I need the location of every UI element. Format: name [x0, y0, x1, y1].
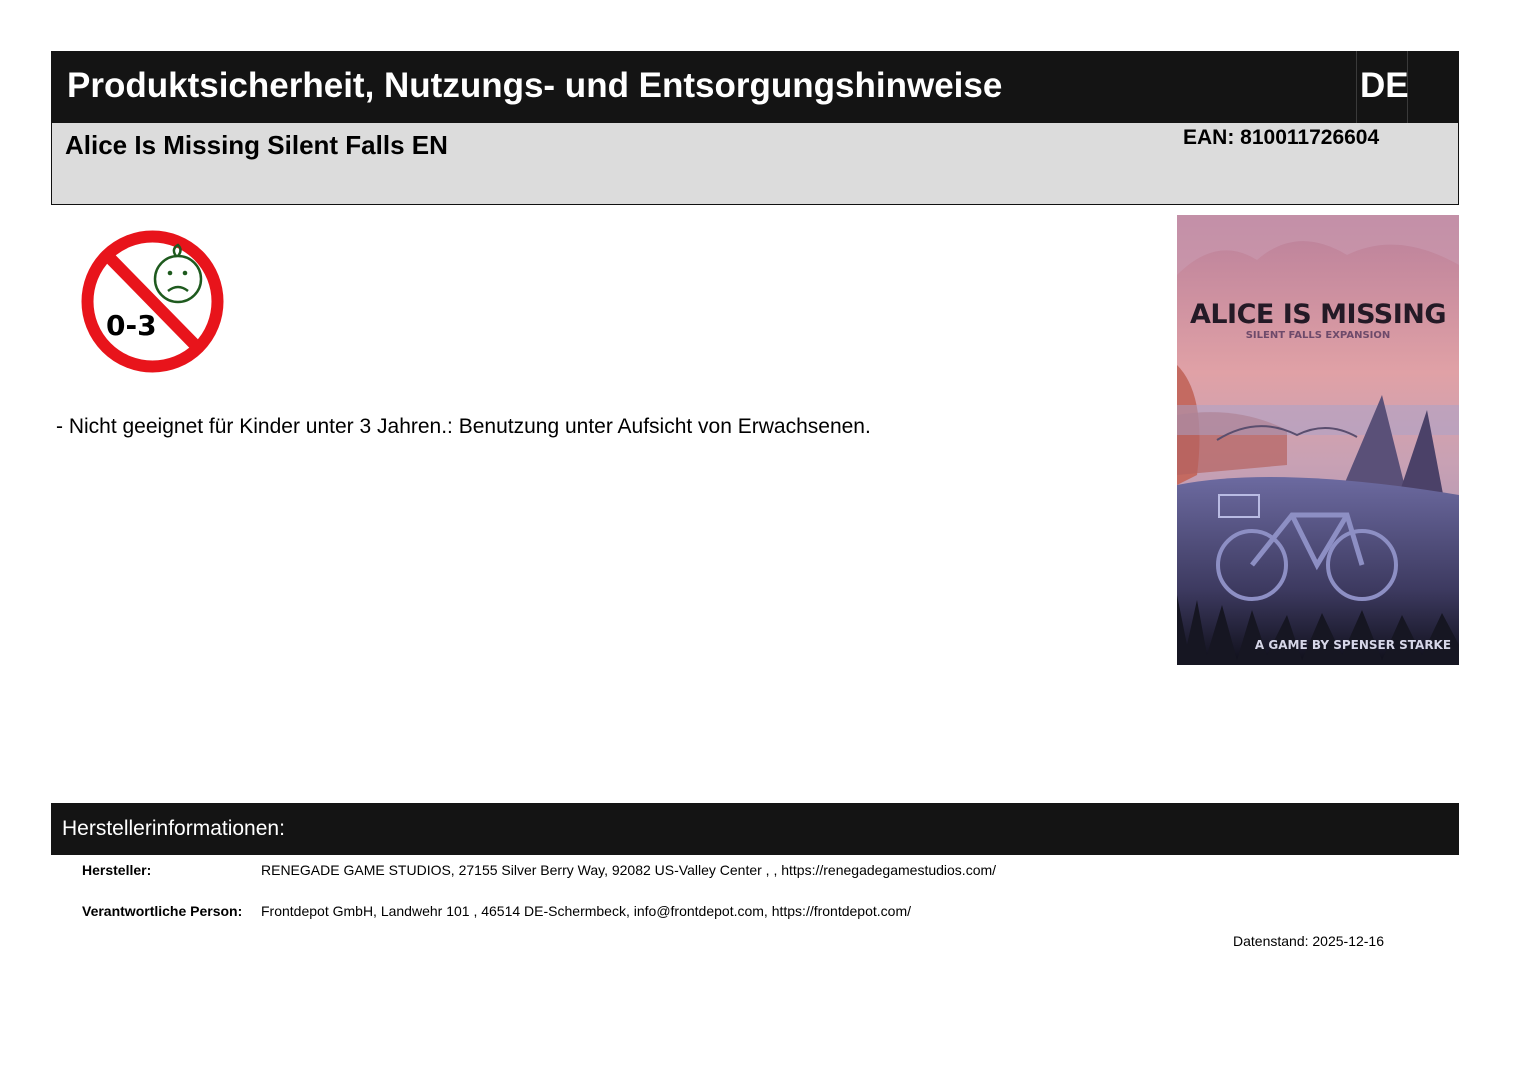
manufacturer-value: RENEGADE GAME STUDIOS, 27155 Silver Berr…	[261, 862, 997, 878]
product-cover-image: ALICE IS MISSING SILENT FALLS EXPANSION …	[1177, 215, 1459, 665]
product-ean: EAN: 810011726604	[1183, 126, 1380, 149]
manufacturer-header-bar: Herstellerinformationen:	[51, 803, 1459, 855]
data-date: Datenstand: 2025-12-16	[1233, 933, 1384, 949]
no-children-under-3-icon: 0-3	[79, 229, 226, 374]
manufacturer-heading: Herstellerinformationen:	[62, 817, 285, 840]
product-name: Alice Is Missing Silent Falls EN	[65, 130, 448, 160]
page-title: Produktsicherheit, Nutzungs- und Entsorg…	[67, 66, 1003, 105]
manufacturer-label: Hersteller:	[82, 862, 152, 878]
responsible-person-label: Verantwortliche Person:	[82, 903, 243, 919]
product-bar: Alice Is Missing Silent Falls EN EAN: 81…	[51, 123, 1459, 205]
cover-subtitle: SILENT FALLS EXPANSION	[1246, 330, 1391, 341]
age-range-label: 0-3	[106, 309, 157, 342]
language-code: DE	[1360, 66, 1409, 105]
cover-title: ALICE IS MISSING	[1190, 299, 1446, 330]
cover-byline: A GAME BY SPENSER STARKE	[1255, 638, 1451, 652]
responsible-person-value: Frontdepot GmbH, Landwehr 101 , 46514 DE…	[261, 903, 911, 919]
title-bar: Produktsicherheit, Nutzungs- und Entsorg…	[51, 51, 1459, 123]
age-warning-text: - Nicht geeignet für Kinder unter 3 Jahr…	[56, 415, 871, 438]
